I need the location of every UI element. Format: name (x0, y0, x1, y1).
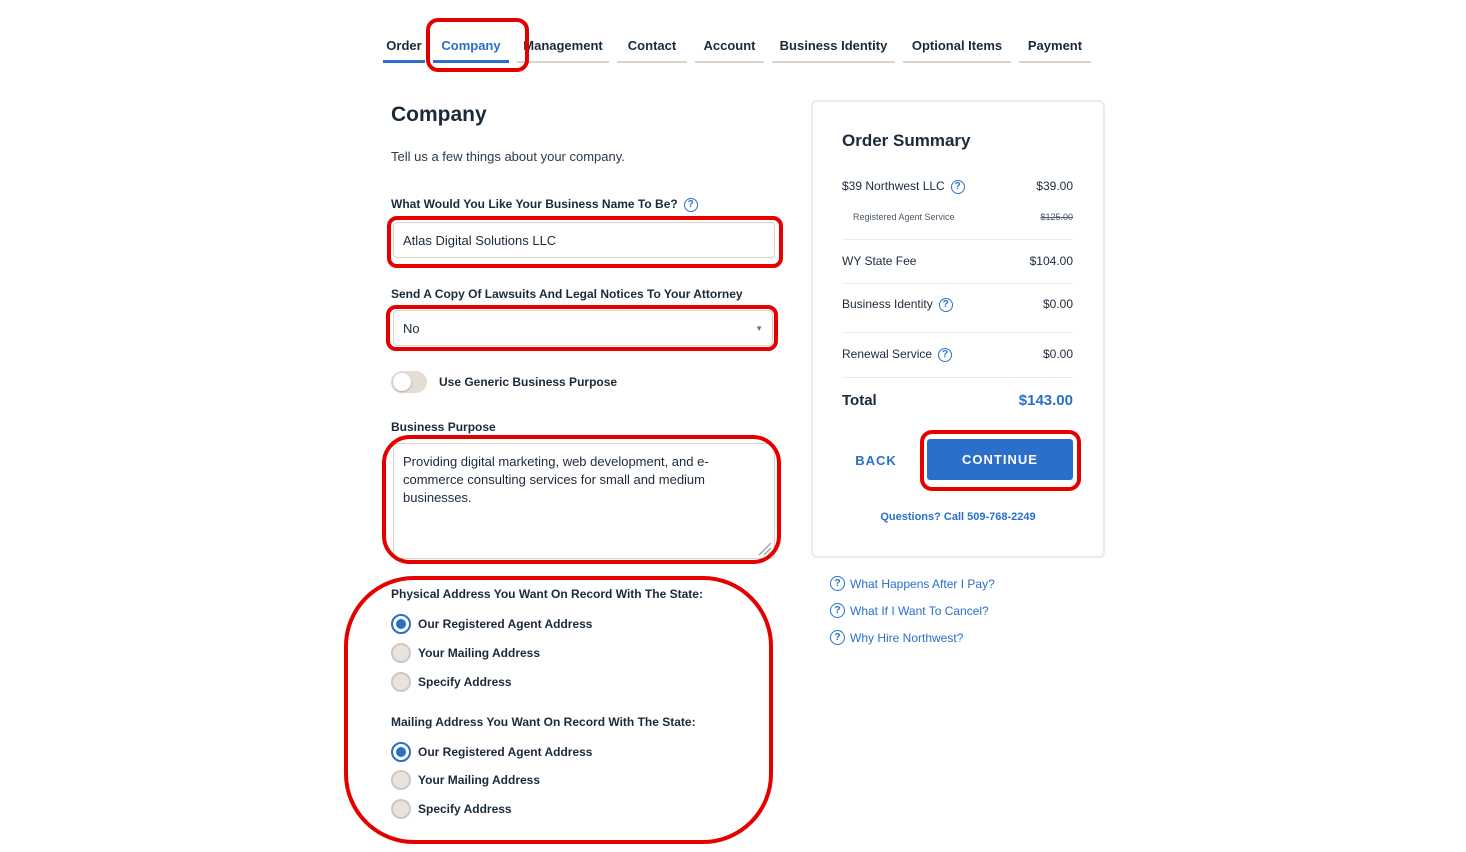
radio-label: Specify Address (418, 675, 512, 689)
help-icon[interactable]: ? (938, 297, 953, 312)
continue-button[interactable]: CONTINUE (927, 439, 1073, 480)
attorney-label: Send A Copy Of Lawsuits And Legal Notice… (391, 287, 743, 301)
tab-order[interactable]: Order (383, 28, 425, 63)
total-value: $143.00 (1018, 392, 1073, 409)
help-icon[interactable]: ? (950, 179, 965, 194)
generic-purpose-label: Use Generic Business Purpose (439, 375, 618, 389)
back-button[interactable]: BACK (846, 446, 906, 474)
summary-item-label: Registered Agent Service (853, 212, 955, 222)
radio-label: Our Registered Agent Address (418, 745, 593, 759)
business-purpose-label: Business Purpose (391, 420, 496, 434)
summary-row-state-fee: WY State Fee $104.00 (842, 254, 1073, 268)
attorney-select-value: No (403, 320, 420, 336)
summary-item-label: WY State Fee (842, 254, 917, 268)
tab-payment[interactable]: Payment (1019, 28, 1091, 63)
business-purpose-textarea[interactable]: Providing digital marketing, web develop… (393, 443, 775, 559)
help-icon: ? (830, 603, 845, 618)
business-name-label-text: What Would You Like Your Business Name T… (391, 197, 678, 211)
radio-checked[interactable] (391, 614, 411, 634)
page-title: Company (391, 103, 487, 126)
divider (842, 332, 1073, 333)
mailing-option-specify[interactable]: Specify Address (391, 799, 512, 819)
help-icon: ? (830, 630, 845, 645)
order-summary-card (811, 100, 1105, 558)
divider (842, 283, 1073, 284)
summary-row-business-identity: Business Identity? $0.00 (842, 297, 1073, 312)
faq-link-cancel[interactable]: ? What If I Want To Cancel? (830, 603, 989, 618)
tab-label: Order (386, 38, 422, 53)
faq-link-why-hire[interactable]: ? Why Hire Northwest? (830, 630, 963, 645)
business-purpose-text: Providing digital marketing, web develop… (403, 454, 709, 505)
radio-label: Our Registered Agent Address (418, 617, 593, 631)
faq-link-label: Why Hire Northwest? (850, 630, 964, 645)
tab-label: Account (703, 38, 756, 53)
page-subtitle: Tell us a few things about your company. (391, 149, 625, 164)
divider (842, 239, 1073, 240)
summary-item-label: Business Identity (842, 297, 933, 311)
summary-item-value-strikethrough: $125.00 (1040, 212, 1073, 222)
tab-label: Company (441, 38, 501, 53)
mailing-address-label: Mailing Address You Want On Record With … (391, 715, 696, 729)
phone-link[interactable]: Questions? Call 509-768-2249 (811, 511, 1105, 523)
radio-unchecked[interactable] (391, 643, 411, 663)
faq-link-label: What Happens After I Pay? (850, 576, 995, 591)
summary-item-value: $39.00 (1036, 179, 1073, 194)
resize-handle-icon[interactable] (756, 540, 772, 556)
physical-address-label: Physical Address You Want On Record With… (391, 587, 703, 601)
summary-item-value: $0.00 (1042, 297, 1073, 312)
tab-label: Management (523, 38, 603, 53)
radio-label: Your Mailing Address (418, 646, 541, 660)
attorney-select[interactable]: No ▼ (393, 310, 773, 346)
summary-item-value: $0.00 (1042, 347, 1073, 362)
summary-item-label: Renewal Service (842, 347, 933, 361)
summary-item-label: $39 Northwest LLC (842, 179, 945, 193)
summary-row-llc: $39 Northwest LLC? $39.00 (842, 179, 1073, 194)
total-label: Total (842, 392, 877, 409)
tab-account[interactable]: Account (695, 28, 764, 63)
tab-company[interactable]: Company (433, 28, 509, 63)
generic-purpose-toggle[interactable] (391, 371, 427, 393)
step-tabs: Order Company Management Contact Account… (383, 28, 1099, 63)
tab-management[interactable]: Management (517, 28, 609, 63)
radio-unchecked[interactable] (391, 770, 411, 790)
help-icon[interactable]: ? (683, 197, 698, 212)
radio-unchecked[interactable] (391, 799, 411, 819)
summary-total: Total $143.00 (842, 392, 1073, 409)
faq-link-label: What If I Want To Cancel? (850, 603, 989, 618)
tab-optional-items[interactable]: Optional Items (903, 28, 1011, 63)
physical-option-mailing[interactable]: Your Mailing Address (391, 643, 540, 663)
toggle-knob (393, 373, 411, 391)
summary-item-value: $104.00 (1029, 254, 1073, 268)
summary-row-registered-agent: Registered Agent Service $125.00 (853, 212, 1073, 222)
faq-link-after-pay[interactable]: ? What Happens After I Pay? (830, 576, 995, 591)
tab-label: Contact (627, 38, 677, 53)
business-name-input[interactable] (393, 222, 775, 258)
physical-option-specify[interactable]: Specify Address (391, 672, 512, 692)
tab-business-identity[interactable]: Business Identity (772, 28, 895, 63)
mailing-option-registered-agent[interactable]: Our Registered Agent Address (391, 742, 592, 762)
order-summary-title: Order Summary (842, 131, 971, 150)
help-icon[interactable]: ? (938, 347, 953, 362)
tab-contact[interactable]: Contact (617, 28, 687, 63)
radio-label: Specify Address (418, 802, 512, 816)
divider (842, 377, 1073, 378)
physical-option-registered-agent[interactable]: Our Registered Agent Address (391, 614, 592, 634)
business-name-label: What Would You Like Your Business Name T… (391, 197, 698, 212)
help-icon: ? (830, 576, 845, 591)
tab-label: Business Identity (779, 38, 888, 53)
mailing-option-mailing[interactable]: Your Mailing Address (391, 770, 540, 790)
tab-label: Payment (1027, 38, 1083, 53)
summary-row-renewal: Renewal Service? $0.00 (842, 347, 1073, 362)
radio-unchecked[interactable] (391, 672, 411, 692)
radio-label: Your Mailing Address (418, 773, 541, 787)
radio-checked[interactable] (391, 742, 411, 762)
chevron-down-icon: ▼ (755, 323, 763, 333)
tab-label: Optional Items (911, 38, 1003, 53)
